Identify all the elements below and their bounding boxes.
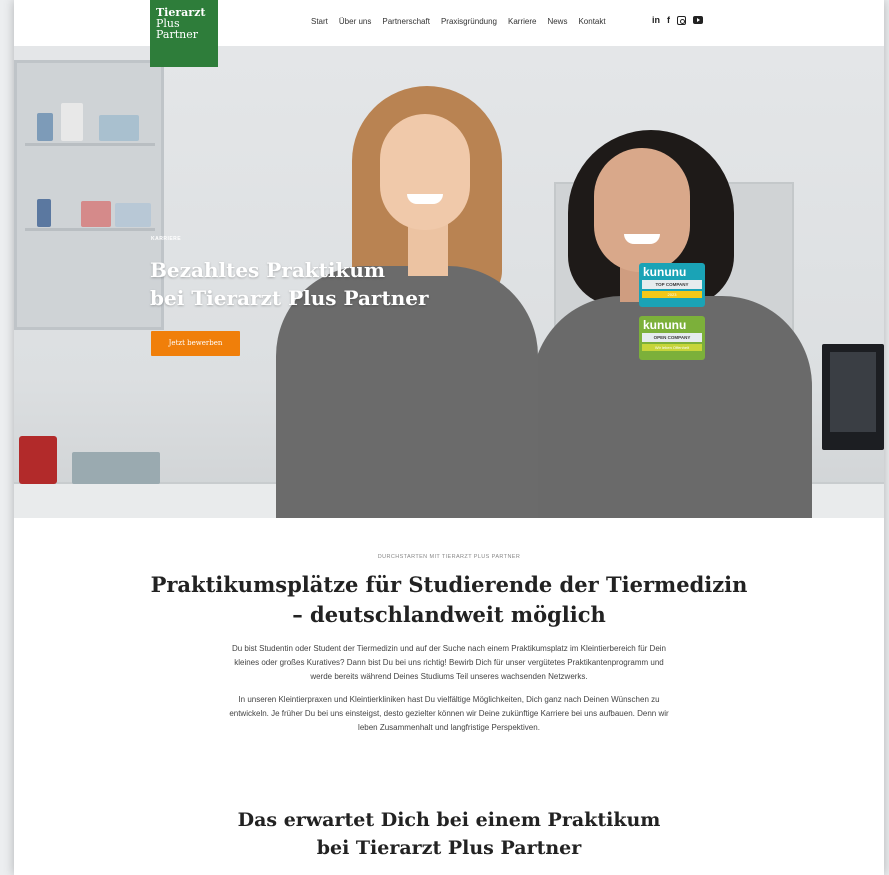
intro-paragraph-1-line-1: Du bist Studentin oder Student der Tierm… <box>231 644 666 653</box>
background-red-container <box>19 436 57 484</box>
linkedin-icon[interactable]: in <box>652 14 660 26</box>
intro-title-line-2: – deutschlandweit möglich <box>292 602 606 627</box>
kununu-open-company-badge[interactable]: kununu OPEN COMPANY Wir leben Offenheit <box>639 316 705 360</box>
person-right-face <box>594 148 690 272</box>
hero-eyebrow: KARRIERE <box>151 236 182 242</box>
page-frame: Tierarzt Plus Partner Start Über uns Par… <box>14 0 884 875</box>
person-left-face <box>380 114 470 230</box>
main-nav: Start Über uns Partnerschaft Praxisgründ… <box>311 17 606 26</box>
expect-title-line-2: bei Tierarzt Plus Partner <box>316 837 582 859</box>
hero-section: KARRIERE Bezahltes Praktikum bei Tierarz… <box>14 46 884 518</box>
site-header: Tierarzt Plus Partner Start Über uns Par… <box>14 0 884 67</box>
apply-now-button[interactable]: Jetzt bewerben <box>151 331 240 356</box>
hero-title: Bezahltes Praktikum bei Tierarzt Plus Pa… <box>150 256 450 312</box>
intro-paragraph-2: In unseren Kleintierpraxen und Kleintier… <box>154 693 744 735</box>
nav-item-start[interactable]: Start <box>311 17 328 26</box>
background-cabinet <box>14 60 164 330</box>
intro-paragraph-1: Du bist Studentin oder Student der Tierm… <box>154 642 744 684</box>
nav-item-ueber-uns[interactable]: Über uns <box>339 17 371 26</box>
intro-title: Praktikumsplätze für Studierende der Tie… <box>14 570 884 630</box>
instagram-icon[interactable] <box>677 15 686 25</box>
logo-line-3: Partner <box>156 28 198 41</box>
nav-item-praxisgruendung[interactable]: Praxisgründung <box>441 17 497 26</box>
badge-sub: TOP COMPANY <box>642 280 702 289</box>
youtube-icon[interactable] <box>693 16 703 24</box>
intro-paragraph-1-line-3: werde bereits während Deines Studiums Te… <box>310 672 588 681</box>
intro-paragraph-1-line-2: kleines oder großes Kuratives? Dann bist… <box>234 658 664 667</box>
badge-tag: 2023 <box>642 291 702 298</box>
nav-item-partnerschaft[interactable]: Partnerschaft <box>382 17 430 26</box>
badge-sub: OPEN COMPANY <box>642 333 702 342</box>
intro-eyebrow: DURCHSTARTEN MIT TIERARZT PLUS PARTNER <box>377 554 521 560</box>
nav-item-kontakt[interactable]: Kontakt <box>578 17 605 26</box>
kununu-top-company-badge[interactable]: kununu TOP COMPANY 2023 <box>639 263 705 307</box>
badge-brand: kununu <box>643 265 687 279</box>
hero-title-line-1: Bezahltes Praktikum <box>150 258 386 282</box>
nav-item-karriere[interactable]: Karriere <box>508 17 536 26</box>
intro-paragraph-2-line-3: leben Zusammenhalt und langfristige Pers… <box>358 723 540 732</box>
expect-title-line-1: Das erwartet Dich bei einem Praktikum <box>237 809 661 831</box>
social-links: in f <box>652 14 703 26</box>
hero-title-line-2: bei Tierarzt Plus Partner <box>150 286 429 310</box>
intro-paragraph-2-line-1: In unseren Kleintierpraxen und Kleintier… <box>238 695 660 704</box>
facebook-icon[interactable]: f <box>667 14 670 26</box>
background-monitor <box>822 344 884 450</box>
badge-brand: kununu <box>643 318 687 332</box>
site-logo[interactable]: Tierarzt Plus Partner <box>150 0 218 67</box>
nav-item-news[interactable]: News <box>547 17 567 26</box>
intro-paragraph-2-line-2: entwickeln. Je früher Du bei uns einstei… <box>229 709 669 718</box>
badge-tag: Wir leben Offenheit <box>642 344 702 351</box>
intro-title-line-1: Praktikumsplätze für Studierende der Tie… <box>150 572 748 597</box>
background-tray <box>72 452 160 484</box>
expect-title: Das erwartet Dich bei einem Praktikum be… <box>14 806 884 862</box>
